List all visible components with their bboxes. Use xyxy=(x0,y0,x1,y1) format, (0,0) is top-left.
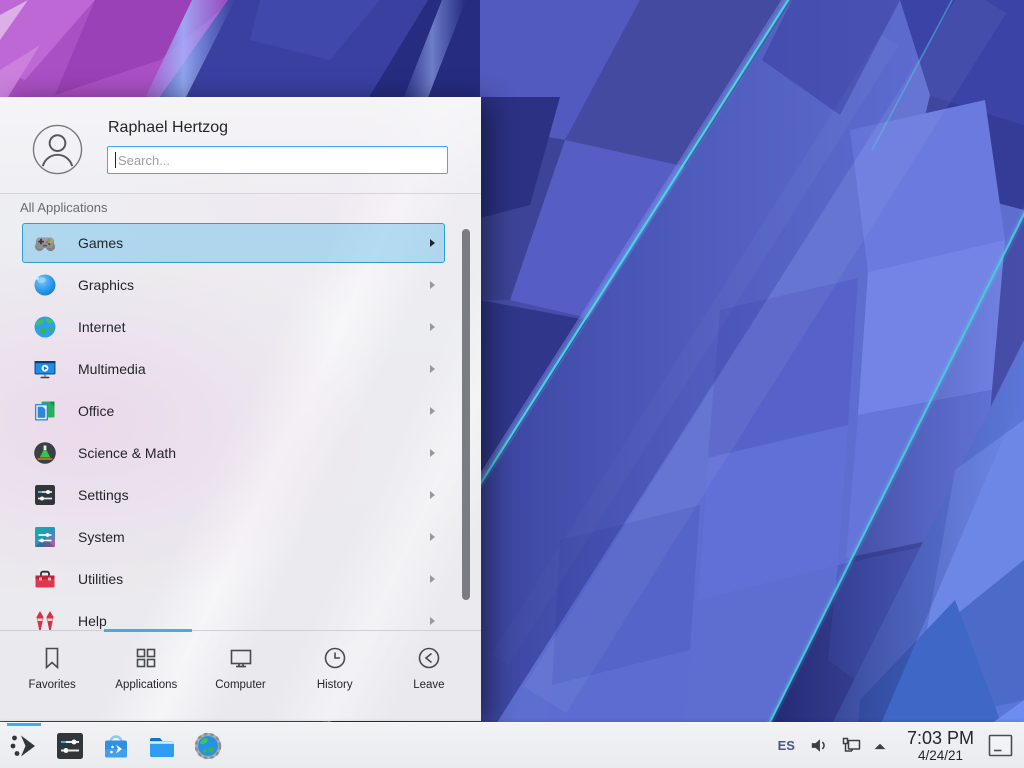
category-label: Multimedia xyxy=(78,361,146,377)
monitor-icon xyxy=(227,644,255,672)
category-utilities[interactable]: Utilities xyxy=(22,559,445,599)
volume-icon xyxy=(808,735,829,756)
submenu-arrow-icon xyxy=(430,239,435,247)
system-tray: ES xyxy=(778,729,1024,763)
search-field[interactable] xyxy=(108,147,447,173)
category-label: Settings xyxy=(78,487,129,503)
bookmark-icon xyxy=(38,644,66,672)
user-name: Raphael Hertzog xyxy=(108,119,228,137)
grid-icon xyxy=(132,644,160,672)
tab-favorites[interactable]: Favorites xyxy=(5,631,99,721)
category-label: Utilities xyxy=(78,571,123,587)
digital-clock[interactable]: 7:03 PM 4/24/21 xyxy=(907,729,974,763)
submenu-arrow-icon xyxy=(430,365,435,373)
category-label: Help xyxy=(78,613,107,629)
scrollbar[interactable] xyxy=(462,229,470,600)
dolphin-button[interactable] xyxy=(139,723,185,768)
category-games[interactable]: Games xyxy=(22,223,445,263)
documents-icon xyxy=(32,398,58,424)
globe-icon xyxy=(32,314,58,340)
category-label: Games xyxy=(78,235,123,251)
submenu-arrow-icon xyxy=(430,575,435,583)
header-divider xyxy=(0,193,481,194)
category-label: Graphics xyxy=(78,277,134,293)
section-label: All Applications xyxy=(20,200,107,215)
submenu-arrow-icon xyxy=(430,449,435,457)
konqueror-button[interactable] xyxy=(185,723,231,768)
category-science-math[interactable]: Science & Math xyxy=(22,433,445,473)
desktop: Raphael Hertzog All Applications xyxy=(0,0,1024,768)
text-caret xyxy=(115,152,116,168)
category-office[interactable]: Office xyxy=(22,391,445,431)
category-internet[interactable]: Internet xyxy=(22,307,445,347)
tab-label: History xyxy=(317,679,353,691)
media-player-icon xyxy=(32,356,58,382)
discover-icon xyxy=(100,730,132,762)
show-desktop-button[interactable] xyxy=(988,734,1014,758)
category-multimedia[interactable]: Multimedia xyxy=(22,349,445,389)
launcher-footer: Favorites Applications Computer xyxy=(0,630,481,721)
category-help[interactable]: Help xyxy=(22,601,445,630)
submenu-arrow-icon xyxy=(430,617,435,625)
tab-leave[interactable]: Leave xyxy=(382,631,476,721)
tab-computer[interactable]: Computer xyxy=(193,631,287,721)
submenu-arrow-icon xyxy=(430,281,435,289)
search-input[interactable] xyxy=(107,146,448,174)
category-label: System xyxy=(78,529,125,545)
system-settings-button[interactable] xyxy=(47,723,93,768)
category-settings[interactable]: Settings xyxy=(22,475,445,515)
submenu-arrow-icon xyxy=(430,491,435,499)
launcher-header: Raphael Hertzog xyxy=(0,97,481,193)
category-system[interactable]: System xyxy=(22,517,445,557)
tab-applications[interactable]: Applications xyxy=(99,631,193,721)
clock-icon xyxy=(321,644,349,672)
tab-history[interactable]: History xyxy=(288,631,382,721)
user-avatar[interactable] xyxy=(32,124,83,175)
toolbox-icon xyxy=(32,566,58,592)
kde-launcher-icon xyxy=(8,730,40,762)
help-icon xyxy=(32,608,58,630)
clock-date: 4/24/21 xyxy=(907,749,974,763)
category-label: Internet xyxy=(78,319,125,335)
dolphin-folder-icon xyxy=(146,730,178,762)
system-sliders-icon xyxy=(32,524,58,550)
clock-time: 7:03 PM xyxy=(907,729,974,747)
network-icon xyxy=(840,735,862,757)
category-label: Office xyxy=(78,403,114,419)
category-label: Science & Math xyxy=(78,445,176,461)
paint-sphere-icon xyxy=(32,272,58,298)
tab-label: Favorites xyxy=(28,679,75,691)
gamepad-icon xyxy=(32,230,58,256)
application-launcher-popup: Raphael Hertzog All Applications xyxy=(0,97,481,721)
tab-label: Leave xyxy=(413,679,444,691)
show-desktop-icon xyxy=(988,734,1014,758)
tab-label: Applications xyxy=(115,679,177,691)
discover-button[interactable] xyxy=(93,723,139,768)
submenu-arrow-icon xyxy=(430,533,435,541)
submenu-arrow-icon xyxy=(430,323,435,331)
flask-icon xyxy=(32,440,58,466)
sliders-icon xyxy=(32,482,58,508)
leave-icon xyxy=(415,644,443,672)
volume-button[interactable] xyxy=(808,735,829,756)
konqueror-globe-icon xyxy=(192,730,224,762)
tray-expand-button[interactable] xyxy=(871,737,889,755)
system-settings-icon xyxy=(54,730,86,762)
keyboard-layout-indicator[interactable]: ES xyxy=(778,738,795,753)
submenu-arrow-icon xyxy=(430,407,435,415)
expand-arrow-icon xyxy=(871,737,889,755)
application-launcher-button[interactable] xyxy=(1,723,47,768)
active-tab-indicator xyxy=(104,629,192,632)
tab-label: Computer xyxy=(215,679,266,691)
network-button[interactable] xyxy=(840,735,862,757)
category-list: Games Graphics xyxy=(0,223,481,630)
category-graphics[interactable]: Graphics xyxy=(22,265,445,305)
taskbar: ES xyxy=(0,722,1024,768)
